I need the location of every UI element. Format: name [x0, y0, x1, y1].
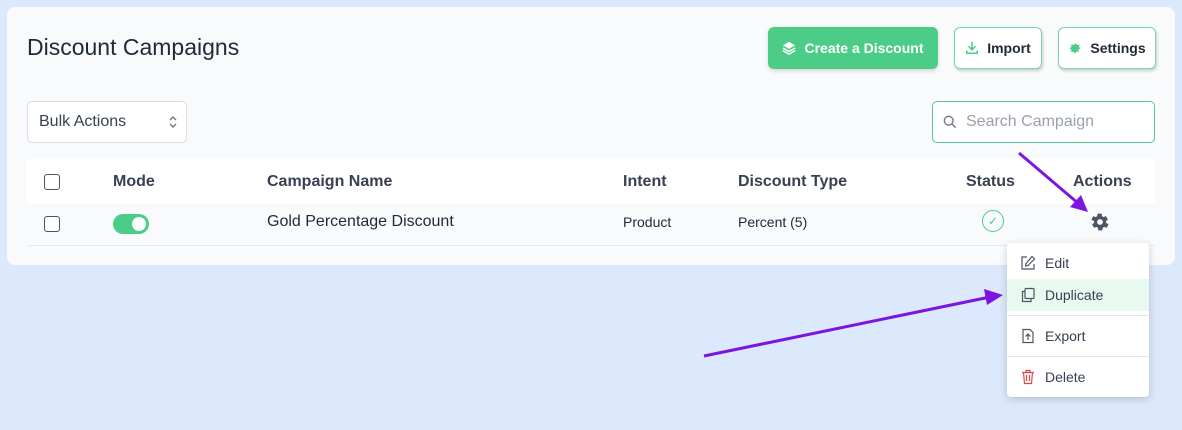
page-title: Discount Campaigns: [27, 34, 240, 60]
menu-item-label: Duplicate: [1045, 287, 1104, 303]
menu-item-delete[interactable]: Delete: [1007, 361, 1149, 393]
header-intent: Intent: [623, 173, 667, 190]
actions-dropdown-menu: Edit Duplicate Export Delete: [1007, 243, 1149, 397]
download-icon: [966, 41, 979, 55]
campaign-name-cell: Gold Percentage Discount: [267, 213, 454, 230]
settings-button[interactable]: Settings: [1058, 27, 1156, 69]
duplicate-icon: [1021, 287, 1035, 303]
menu-item-label: Delete: [1045, 369, 1086, 385]
edit-icon: [1021, 255, 1036, 270]
menu-item-duplicate[interactable]: Duplicate: [1007, 279, 1149, 311]
header-actions: Actions: [1073, 173, 1132, 190]
menu-item-label: Edit: [1045, 255, 1070, 271]
search-input[interactable]: [964, 112, 1148, 132]
menu-divider: [1007, 315, 1149, 316]
create-discount-label: Create a Discount: [804, 40, 924, 56]
menu-item-export[interactable]: Export: [1007, 320, 1149, 352]
header-mode: Mode: [113, 173, 155, 190]
search-campaign-field[interactable]: [932, 101, 1155, 143]
import-button[interactable]: Import: [954, 27, 1042, 69]
discount-type-cell: Percent (5): [738, 214, 808, 230]
row-checkbox[interactable]: [44, 216, 60, 232]
menu-item-edit[interactable]: Edit: [1007, 247, 1149, 279]
bulk-actions-select[interactable]: Bulk Actions: [27, 101, 187, 143]
table-header: Mode Campaign Name Intent Discount Type …: [27, 159, 1155, 205]
table-row: Gold Percentage Discount Product Percent…: [27, 204, 1155, 246]
export-icon: [1022, 328, 1034, 344]
campaigns-card: Discount Campaigns Create a Discount Imp…: [7, 7, 1175, 265]
header-campaign-name: Campaign Name: [267, 173, 393, 190]
header-status: Status: [966, 173, 1015, 190]
layers-icon: [782, 41, 796, 55]
status-check-icon: ✓: [982, 210, 1004, 232]
mode-toggle[interactable]: [113, 214, 149, 234]
settings-label: Settings: [1090, 40, 1146, 56]
gear-icon: [1070, 43, 1081, 54]
actions-gear-icon[interactable]: [1090, 212, 1110, 232]
create-discount-button[interactable]: Create a Discount: [768, 27, 938, 69]
search-icon: [943, 115, 957, 129]
menu-item-label: Export: [1045, 328, 1086, 344]
import-label: Import: [987, 40, 1031, 56]
header-discount-type: Discount Type: [738, 173, 848, 190]
annotation-arrow-to-duplicate: [703, 289, 1003, 358]
bulk-actions-value: Bulk Actions: [39, 113, 127, 130]
intent-cell: Product: [623, 214, 672, 230]
trash-icon: [1022, 369, 1034, 385]
toggle-knob: [132, 217, 146, 231]
select-all-checkbox[interactable]: [44, 174, 60, 190]
chevron-updown-icon: [169, 116, 177, 128]
menu-divider: [1007, 356, 1149, 357]
